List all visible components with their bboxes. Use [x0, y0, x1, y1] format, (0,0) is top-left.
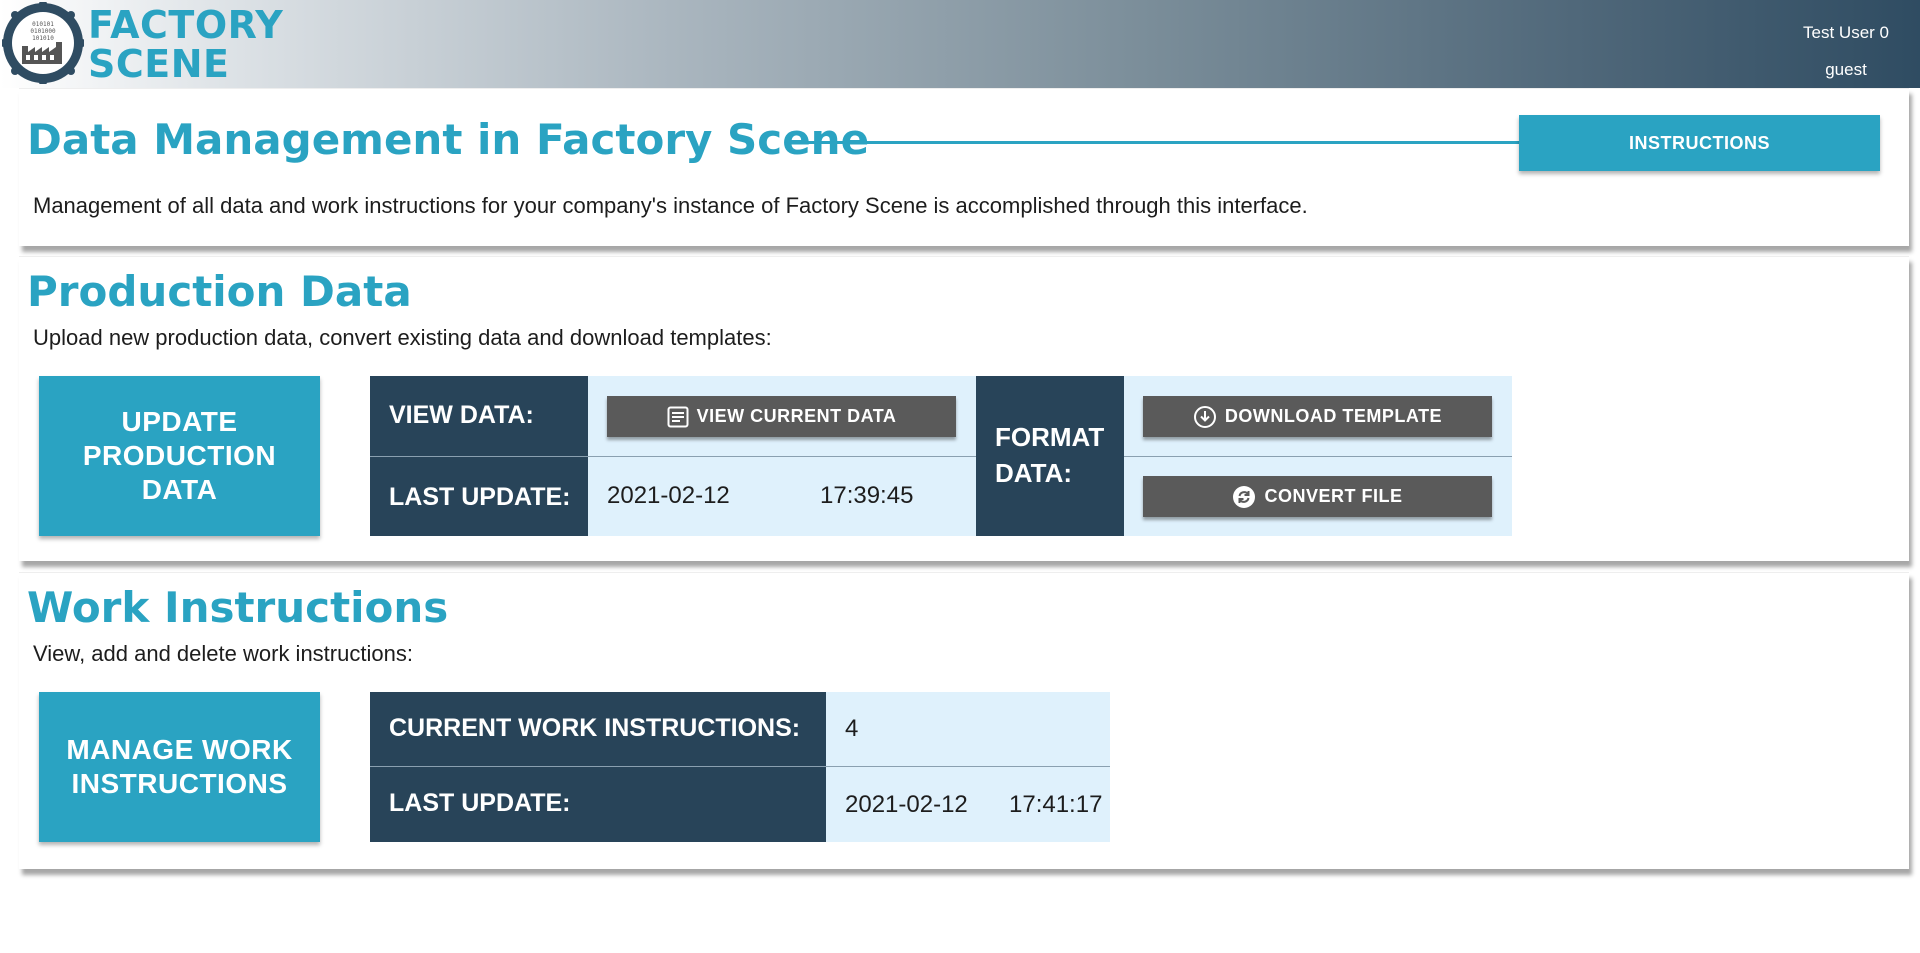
- current-work-instructions-count: 4: [845, 715, 859, 742]
- page-title: Data Management in Factory Scene: [27, 115, 870, 164]
- production-last-update-date: 2021-02-12: [607, 482, 730, 509]
- title-divider: [792, 141, 1525, 144]
- row-divider: [826, 766, 1110, 767]
- update-production-data-button[interactable]: UPDATE PRODUCTION DATA: [39, 376, 320, 536]
- download-circle-icon: [1193, 405, 1216, 428]
- row-divider: [370, 456, 588, 457]
- last-update-label: LAST UPDATE:: [389, 483, 571, 511]
- view-current-data-label: VIEW CURRENT DATA: [696, 406, 897, 426]
- work-last-update-label-cell: LAST UPDATE:: [370, 766, 826, 842]
- production-last-update-time: 17:39:45: [820, 482, 914, 509]
- convert-file-label: CONVERT FILE: [1264, 486, 1403, 506]
- convert-file-button[interactable]: CONVERT FILE: [1143, 476, 1492, 517]
- intro-card: Data Management in Factory Scene INSTRUC…: [19, 88, 1909, 246]
- download-template-label: DOWNLOAD TEMPLATE: [1224, 406, 1443, 426]
- production-data-description: Upload new production data, convert exis…: [33, 325, 772, 350]
- top-bar: 010101 0101000 101010 FACTORY SCENE Test…: [0, 0, 1920, 88]
- work-instructions-description: View, add and delete work instructions:: [33, 641, 413, 666]
- production-data-card: Production Data Upload new production da…: [19, 256, 1909, 561]
- instructions-button[interactable]: INSTRUCTIONS: [1519, 115, 1880, 171]
- user-info[interactable]: Test User 0 guest: [1803, 14, 1889, 88]
- work-last-update-date: 2021-02-12: [845, 791, 968, 818]
- intro-description: Management of all data and work instruct…: [33, 193, 1308, 218]
- format-data-label: FORMAT DATA:: [995, 422, 1105, 488]
- format-data-label-cell: FORMAT DATA:: [976, 376, 1124, 536]
- last-update-label-cell: LAST UPDATE:: [370, 456, 588, 536]
- work-instructions-card: Work Instructions View, add and delete w…: [19, 572, 1909, 869]
- refresh-circle-icon: [1233, 485, 1256, 508]
- work-last-update-label: LAST UPDATE:: [389, 789, 571, 817]
- svg-text:010101: 010101: [32, 21, 54, 28]
- work-values-cell: [826, 692, 1110, 842]
- production-data-title: Production Data: [27, 267, 412, 316]
- current-work-instructions-label: CURRENT WORK INSTRUCTIONS:: [389, 714, 801, 742]
- svg-text:0101000: 0101000: [30, 28, 56, 35]
- svg-text:101010: 101010: [32, 35, 54, 42]
- user-name: Test User 0: [1803, 23, 1889, 42]
- document-icon: [667, 406, 689, 427]
- view-data-label-cell: VIEW DATA:: [370, 376, 588, 456]
- row-divider: [1124, 456, 1512, 457]
- brand-line-2: SCENE: [88, 42, 230, 86]
- view-current-data-button[interactable]: VIEW CURRENT DATA: [607, 396, 956, 437]
- brand-wordmark[interactable]: FACTORY SCENE: [88, 6, 283, 84]
- row-divider: [370, 766, 826, 767]
- factory-logo-icon[interactable]: 010101 0101000 101010: [0, 0, 86, 86]
- work-last-update-time: 17:41:17: [1009, 791, 1103, 818]
- download-template-button[interactable]: DOWNLOAD TEMPLATE: [1143, 396, 1492, 437]
- work-instructions-title: Work Instructions: [27, 583, 449, 632]
- view-data-label: VIEW DATA:: [389, 401, 534, 429]
- manage-work-instructions-button[interactable]: MANAGE WORK INSTRUCTIONS: [39, 692, 320, 842]
- row-divider: [588, 456, 976, 457]
- user-role: guest: [1825, 60, 1867, 79]
- current-work-instructions-label-cell: CURRENT WORK INSTRUCTIONS:: [370, 692, 826, 766]
- brand-line-1: FACTORY: [88, 3, 284, 47]
